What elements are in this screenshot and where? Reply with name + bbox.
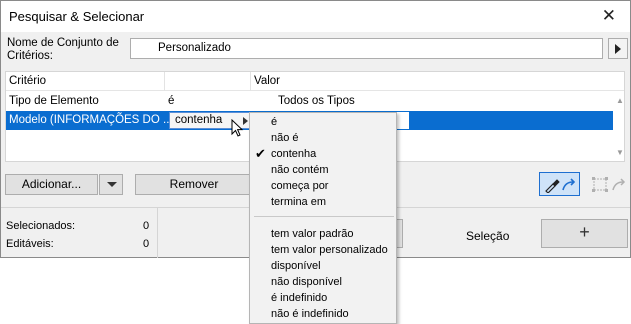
menu-item-label: não contém <box>271 164 329 176</box>
pick-disabled-button[interactable] <box>590 173 628 195</box>
menu-item-nao-e-indefinido[interactable]: não é indefinido <box>250 307 396 323</box>
table-header: Critério Valor <box>6 72 624 91</box>
menu-item-e[interactable]: é <box>250 115 396 131</box>
menu-item-label: não é <box>271 132 299 144</box>
marquee-select-icon <box>592 177 626 192</box>
criteria-set-label-line2: Critérios: <box>7 50 54 62</box>
scroll-down-icon[interactable]: ▼ <box>616 148 624 157</box>
criteria-set-value: Personalizado <box>158 42 231 54</box>
dialog-title: Pesquisar & Selecionar <box>9 9 145 24</box>
menu-item-label: contenha <box>271 148 317 160</box>
column-header-criterion[interactable]: Critério <box>9 75 46 87</box>
table-row[interactable]: Tipo de Elemento é Todos os Tipos <box>6 92 613 111</box>
close-icon[interactable]: ✕ <box>602 6 616 26</box>
eyedropper-icon <box>545 178 576 193</box>
triangle-right-icon <box>615 44 621 54</box>
row-operator[interactable]: é <box>168 95 174 107</box>
row-criterion: Tipo de Elemento <box>9 95 99 107</box>
menu-item-label: é <box>271 116 278 128</box>
row-criterion: Modelo (INFORMAÇÕES DO ... <box>9 114 173 126</box>
selected-count-value: 0 <box>143 220 150 232</box>
menu-item-label: termina em <box>271 196 327 208</box>
chevron-down-icon <box>107 182 117 187</box>
menu-item-e-indefinido[interactable]: é indefinido <box>250 291 396 307</box>
editable-count-label: Editáveis: <box>6 238 54 250</box>
menu-item-label: começa por <box>271 180 329 192</box>
menu-item-comeca-por[interactable]: começa por <box>250 179 396 195</box>
remove-button[interactable]: Remover <box>135 174 253 195</box>
checkmark-icon: ✔ <box>255 146 266 161</box>
menu-item-nao-e[interactable]: não é <box>250 131 396 147</box>
mouse-pointer-icon <box>231 119 244 137</box>
menu-item-contenha[interactable]: ✔ contenha <box>250 146 396 163</box>
menu-item-nao-contem[interactable]: não contém <box>250 163 396 179</box>
menu-item-label: tem valor padrão <box>271 228 354 240</box>
add-dropdown-button[interactable] <box>99 174 123 195</box>
add-to-selection-button[interactable]: + <box>541 219 628 248</box>
selected-count-label: Selecionados: <box>6 220 76 232</box>
criteria-set-label: Nome de Conjunto de Critérios: <box>7 37 119 63</box>
menu-item-label: disponível <box>271 260 321 272</box>
column-header-value[interactable]: Valor <box>254 75 280 87</box>
section-divider-vertical <box>157 208 158 258</box>
menu-item-tem-valor-personalizado[interactable]: tem valor personalizado <box>250 243 396 259</box>
title-bar: Pesquisar & Selecionar ✕ <box>1 1 630 32</box>
vertical-scrollbar[interactable]: ▲ ▼ <box>614 92 624 161</box>
add-button[interactable]: Adicionar... <box>5 174 98 195</box>
menu-item-tem-valor-padrao[interactable]: tem valor padrão <box>250 227 396 243</box>
editable-count-value: 0 <box>143 238 150 250</box>
operator-dropdown-menu: é não é ✔ contenha não contém começa por… <box>249 112 397 324</box>
criteria-set-dropdown[interactable]: Personalizado <box>130 38 603 59</box>
column-divider <box>250 72 251 91</box>
selection-label: Seleção <box>466 229 510 243</box>
menu-separator <box>254 216 394 217</box>
menu-item-label: é indefinido <box>271 292 328 304</box>
menu-item-termina-em[interactable]: termina em <box>250 195 396 211</box>
scroll-up-icon[interactable]: ▲ <box>616 96 624 105</box>
criteria-set-menu-button[interactable] <box>608 38 628 59</box>
menu-item-disponivel[interactable]: disponível <box>250 259 396 275</box>
menu-item-label: não é indefinido <box>271 308 349 320</box>
menu-item-nao-disponivel[interactable]: não disponível <box>250 275 396 291</box>
menu-item-label: não disponível <box>271 276 342 288</box>
criteria-set-label-line1: Nome de Conjunto de <box>7 37 119 49</box>
column-divider <box>164 72 165 91</box>
pick-parameter-button[interactable] <box>539 172 580 196</box>
operator-combo-value: contenha <box>175 114 223 126</box>
row-value[interactable]: Todos os Tipos <box>278 95 355 107</box>
menu-item-label: tem valor personalizado <box>271 244 388 256</box>
